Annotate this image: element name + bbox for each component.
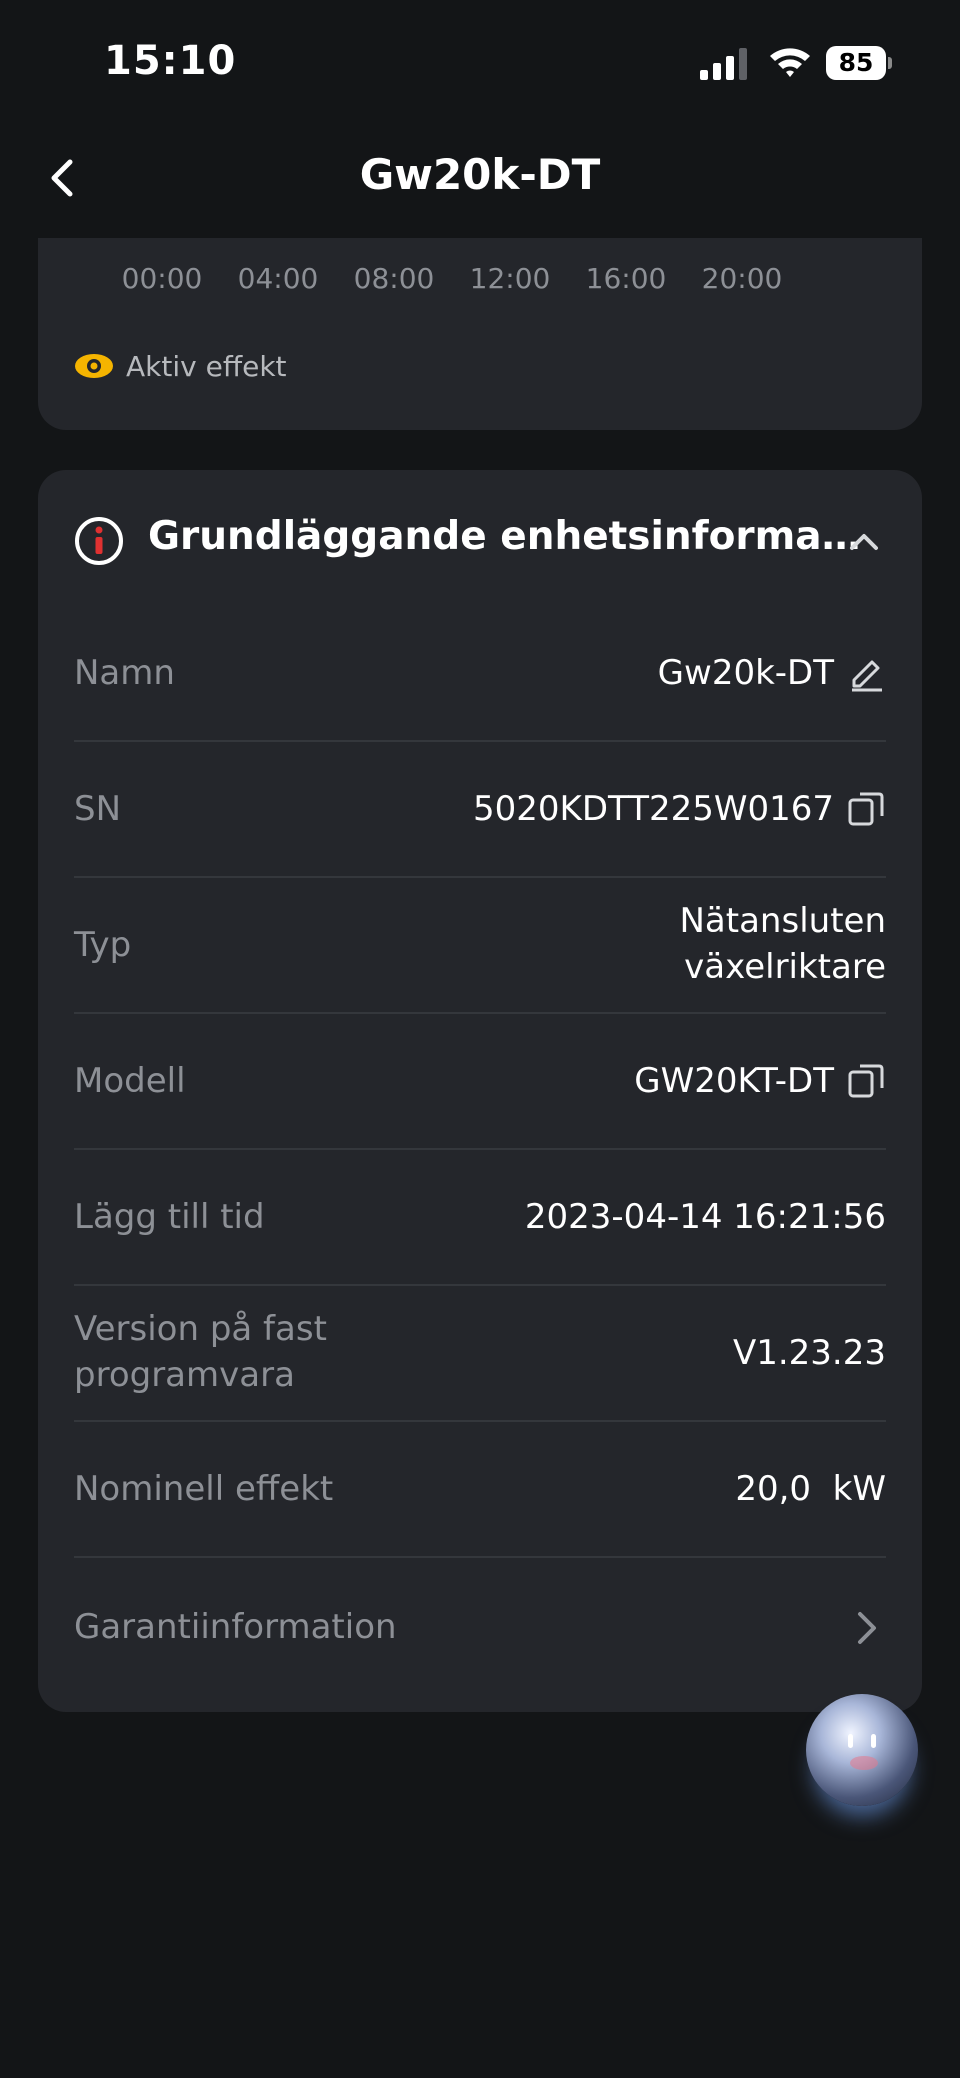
chevron-right-icon[interactable] — [846, 1608, 886, 1648]
x-tick-label: 00:00 — [121, 262, 203, 295]
battery-icon: 85 — [826, 46, 896, 80]
x-tick-label: 20:00 — [701, 262, 783, 295]
rated-power-value: 20,0 kW — [735, 1469, 886, 1509]
row-warranty[interactable]: Garantiinformation — [74, 1558, 886, 1692]
assistant-face-icon — [848, 1734, 876, 1748]
row-label: Garantiinformation — [74, 1607, 397, 1647]
battery-tip — [888, 57, 892, 69]
device-info-card: Grundläggande enhetsinformat... Namn Gw2… — [38, 470, 922, 1712]
assistant-blush — [850, 1756, 878, 1770]
row-label: Typ — [74, 925, 132, 965]
row-label: Modell — [74, 1061, 186, 1101]
nav-bar: Gw20k-DT — [0, 120, 960, 238]
row-label: SN — [74, 789, 122, 829]
assistant-bubble-button[interactable] — [806, 1694, 918, 1806]
row-type: Typ Nätansluten växelriktare — [74, 878, 886, 1014]
status-bar: 15:10 85 — [0, 0, 960, 120]
device-info-title: Grundläggande enhetsinformat... — [148, 514, 868, 559]
row-added-time: Lägg till tid 2023-04-14 16:21:56 — [74, 1150, 886, 1286]
page-title: Gw20k-DT — [359, 150, 601, 199]
row-label: Nominell effekt — [74, 1469, 334, 1509]
firmware-version-value: V1.23.23 — [732, 1333, 886, 1373]
serial-number-value: 5020KDTT225W0167 — [473, 789, 834, 829]
row-label: Lägg till tid — [74, 1197, 265, 1237]
added-time-value: 2023-04-14 16:21:56 — [524, 1197, 886, 1237]
copy-icon[interactable] — [846, 788, 886, 828]
x-tick-label: 04:00 — [237, 262, 319, 295]
copy-icon[interactable] — [846, 1060, 886, 1100]
device-name-value: Gw20k-DT — [657, 653, 834, 693]
signal-icon — [700, 48, 747, 80]
row-name: Namn Gw20k-DT — [74, 606, 886, 742]
info-icon — [75, 517, 123, 565]
battery-level: 85 — [838, 48, 874, 77]
chart-legend[interactable]: Aktiv effekt — [74, 346, 287, 386]
row-model: Modell GW20KT-DT — [74, 1014, 886, 1150]
edit-icon[interactable] — [846, 652, 886, 692]
chevron-up-icon[interactable] — [844, 522, 884, 562]
x-tick-label: 08:00 — [353, 262, 435, 295]
model-value: GW20KT-DT — [634, 1061, 834, 1101]
legend-label: Aktiv effekt — [126, 349, 287, 383]
eye-icon — [75, 354, 113, 378]
row-firmware-version: Version på fast programvara V1.23.23 — [74, 1286, 886, 1422]
x-tick-label: 12:00 — [469, 262, 551, 295]
x-axis-ticks: 00:00 04:00 08:00 12:00 16:00 20:00 — [38, 262, 922, 302]
x-tick-label: 16:00 — [585, 262, 667, 295]
device-info-header[interactable]: Grundläggande enhetsinformat... — [38, 470, 922, 606]
row-label: Namn — [74, 653, 175, 693]
screen: 15:10 85 00:00 04:00 08:00 12:00 16:00 2… — [0, 0, 960, 2078]
row-sn: SN 5020KDTT225W0167 — [74, 742, 886, 878]
row-label-line1: Version på fast — [74, 1309, 327, 1349]
row-label-line2: programvara — [74, 1355, 295, 1395]
type-value-line1: Nätansluten — [679, 901, 887, 941]
status-time: 15:10 — [104, 38, 237, 84]
wifi-icon — [770, 48, 810, 77]
type-value-line2: växelriktare — [684, 947, 886, 987]
row-rated-power: Nominell effekt 20,0 kW — [74, 1422, 886, 1558]
